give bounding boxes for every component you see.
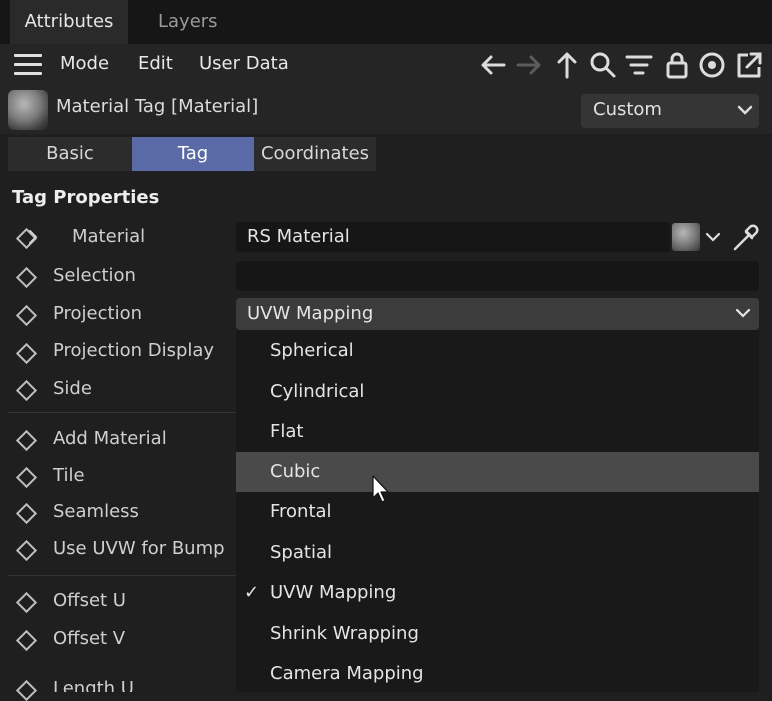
seamless-label: Seamless bbox=[53, 501, 139, 522]
expand-chevron-icon[interactable] bbox=[26, 228, 40, 246]
keyframe-diamond-icon[interactable] bbox=[15, 629, 38, 652]
tab-basic[interactable]: Basic bbox=[8, 137, 132, 171]
material-thumbnail-icon[interactable] bbox=[672, 223, 700, 251]
selection-field[interactable] bbox=[236, 261, 759, 291]
material-value: RS Material bbox=[247, 226, 350, 247]
checkmark-icon: ✓ bbox=[244, 582, 260, 603]
mouse-cursor-icon bbox=[372, 475, 389, 503]
chevron-down-icon[interactable] bbox=[733, 305, 753, 321]
lock-icon[interactable] bbox=[662, 50, 692, 80]
projection-display-label: Projection Display bbox=[53, 340, 215, 361]
menu-bar bbox=[0, 44, 772, 88]
eyedropper-icon[interactable] bbox=[729, 222, 761, 254]
preset-value: Custom bbox=[593, 99, 662, 120]
option-uvw-mapping[interactable]: UVW Mapping bbox=[236, 573, 759, 613]
tile-label: Tile bbox=[53, 465, 85, 486]
divider bbox=[8, 575, 236, 576]
selection-label: Selection bbox=[53, 265, 136, 286]
menu-user-data[interactable]: User Data bbox=[199, 44, 289, 84]
back-arrow-icon[interactable] bbox=[478, 50, 508, 80]
projection-value: UVW Mapping bbox=[247, 303, 374, 324]
option-cubic[interactable]: Cubic bbox=[236, 452, 759, 492]
option-spatial[interactable]: Spatial bbox=[236, 533, 759, 573]
filter-icon[interactable] bbox=[624, 50, 654, 80]
section-title: Tag Properties bbox=[12, 187, 160, 208]
forward-arrow-icon[interactable] bbox=[514, 50, 544, 80]
option-flat[interactable]: Flat bbox=[236, 412, 759, 452]
option-shrink-wrapping[interactable]: Shrink Wrapping bbox=[236, 614, 759, 654]
keyframe-diamond-icon[interactable] bbox=[15, 539, 38, 562]
option-spherical[interactable]: Spherical bbox=[236, 331, 759, 371]
chevron-down-icon[interactable] bbox=[703, 229, 723, 245]
tab-attributes[interactable]: Attributes bbox=[10, 0, 128, 44]
side-label: Side bbox=[53, 378, 92, 399]
material-preview-icon bbox=[8, 90, 48, 130]
keyframe-diamond-icon[interactable] bbox=[15, 679, 38, 701]
keyframe-diamond-icon[interactable] bbox=[15, 429, 38, 452]
tab-coordinates[interactable]: Coordinates bbox=[254, 137, 376, 171]
option-camera-mapping[interactable]: Camera Mapping bbox=[236, 654, 759, 694]
projection-label: Projection bbox=[53, 303, 143, 324]
object-title: Material Tag [Material] bbox=[56, 96, 259, 117]
keyframe-diamond-icon[interactable] bbox=[15, 304, 38, 327]
divider bbox=[8, 412, 236, 413]
tab-tag[interactable]: Tag bbox=[132, 137, 254, 171]
menu-edit[interactable]: Edit bbox=[138, 44, 173, 84]
keyframe-diamond-icon[interactable] bbox=[15, 466, 38, 489]
keyframe-diamond-icon[interactable] bbox=[15, 266, 38, 289]
keyframe-diamond-icon[interactable] bbox=[15, 342, 38, 365]
material-label: Material bbox=[72, 226, 146, 247]
add-material-label: Add Material bbox=[53, 428, 167, 449]
menu-mode[interactable]: Mode bbox=[60, 44, 109, 84]
new-window-icon[interactable] bbox=[734, 50, 764, 80]
search-icon[interactable] bbox=[588, 50, 618, 80]
offset-v-label: Offset V bbox=[53, 628, 126, 649]
chevron-down-icon[interactable] bbox=[731, 93, 759, 127]
option-frontal[interactable]: Frontal bbox=[236, 492, 759, 532]
up-arrow-icon[interactable] bbox=[552, 50, 582, 80]
keyframe-diamond-icon[interactable] bbox=[15, 591, 38, 614]
use-uvw-bump-label: Use UVW for Bump bbox=[53, 538, 225, 559]
length-u-label: Length U bbox=[53, 678, 134, 692]
target-icon[interactable] bbox=[697, 50, 727, 80]
tab-layers[interactable]: Layers bbox=[158, 0, 218, 44]
keyframe-diamond-icon[interactable] bbox=[15, 379, 38, 402]
hamburger-menu-icon[interactable] bbox=[14, 54, 42, 76]
option-cylindrical[interactable]: Cylindrical bbox=[236, 372, 759, 412]
offset-u-label: Offset U bbox=[53, 590, 126, 611]
keyframe-diamond-icon[interactable] bbox=[15, 502, 38, 525]
